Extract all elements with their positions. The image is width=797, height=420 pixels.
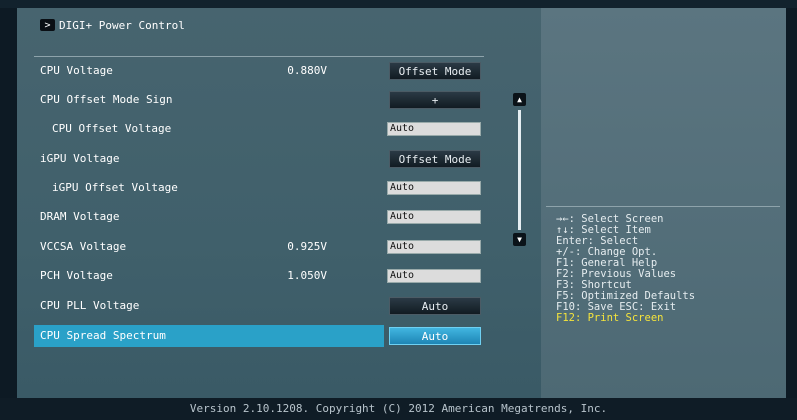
cpu-offset-sign-button[interactable]: + bbox=[389, 91, 481, 109]
setting-label: iGPU Voltage bbox=[40, 152, 120, 165]
setting-row-igpu-voltage[interactable]: iGPU Voltage Offset Mode bbox=[34, 148, 484, 170]
setting-label: CPU PLL Voltage bbox=[40, 299, 140, 312]
setting-row-cpu-spread-spectrum[interactable]: CPU Spread Spectrum bbox=[34, 325, 384, 347]
breadcrumb-label: DIGI+ Power Control bbox=[59, 18, 185, 32]
dram-voltage-input[interactable]: Auto bbox=[387, 210, 481, 224]
setting-current-value: 1.050V bbox=[287, 269, 327, 282]
pch-voltage-input[interactable]: Auto bbox=[387, 269, 481, 283]
setting-row-dram-voltage[interactable]: DRAM Voltage Auto bbox=[34, 206, 484, 228]
help-line-print-screen: F12: Print Screen bbox=[556, 312, 664, 324]
setting-row-cpu-offset-mode-sign[interactable]: CPU Offset Mode Sign + bbox=[34, 89, 484, 111]
cpu-spread-spectrum-button[interactable]: Auto bbox=[389, 327, 481, 345]
scroll-up-icon[interactable]: ▲ bbox=[513, 93, 526, 106]
cpu-offset-voltage-input[interactable]: Auto bbox=[387, 122, 481, 136]
bios-screen: > DIGI+ Power Control CPU Voltage 0.880V… bbox=[0, 0, 797, 420]
igpu-offset-voltage-input[interactable]: Auto bbox=[387, 181, 481, 195]
scroll-down-icon[interactable]: ▼ bbox=[513, 233, 526, 246]
setting-label: PCH Voltage bbox=[40, 269, 113, 282]
help-text: →←: Select Screen ↑↓: Select Item Enter:… bbox=[556, 214, 781, 324]
setting-label: VCCSA Voltage bbox=[40, 240, 127, 253]
setting-label: iGPU Offset Voltage bbox=[52, 181, 178, 194]
setting-row-cpu-offset-voltage[interactable]: CPU Offset Voltage Auto bbox=[34, 118, 484, 140]
setting-current-value: 0.880V bbox=[287, 64, 327, 77]
help-divider bbox=[546, 206, 780, 207]
setting-label: DRAM Voltage bbox=[40, 210, 120, 223]
setting-row-pch-voltage[interactable]: PCH Voltage 1.050V Auto bbox=[34, 265, 484, 287]
vccsa-voltage-input[interactable]: Auto bbox=[387, 240, 481, 254]
setting-row-vccsa-voltage[interactable]: VCCSA Voltage 0.925V Auto bbox=[34, 236, 484, 258]
setting-row-igpu-offset-voltage[interactable]: iGPU Offset Voltage Auto bbox=[34, 177, 484, 199]
setting-row-cpu-pll-voltage[interactable]: CPU PLL Voltage Auto bbox=[34, 295, 484, 317]
help-panel bbox=[541, 8, 786, 398]
breadcrumb[interactable]: > DIGI+ Power Control bbox=[40, 18, 185, 32]
scrollbar-track[interactable] bbox=[518, 110, 521, 230]
top-strip bbox=[0, 0, 797, 8]
setting-label: CPU Spread Spectrum bbox=[40, 329, 166, 342]
igpu-voltage-mode-button[interactable]: Offset Mode bbox=[389, 150, 481, 168]
setting-label: CPU Offset Voltage bbox=[52, 122, 172, 135]
cpu-voltage-mode-button[interactable]: Offset Mode bbox=[389, 62, 481, 80]
divider bbox=[34, 56, 484, 57]
setting-label: CPU Voltage bbox=[40, 64, 113, 77]
setting-label: CPU Offset Mode Sign bbox=[40, 93, 173, 106]
setting-current-value: 0.925V bbox=[287, 240, 327, 253]
footer-version: Version 2.10.1208. Copyright (C) 2012 Am… bbox=[0, 398, 797, 420]
cpu-pll-voltage-button[interactable]: Auto bbox=[389, 297, 481, 315]
setting-row-cpu-voltage[interactable]: CPU Voltage 0.880V Offset Mode bbox=[34, 60, 484, 82]
chevron-right-icon: > bbox=[40, 19, 55, 31]
